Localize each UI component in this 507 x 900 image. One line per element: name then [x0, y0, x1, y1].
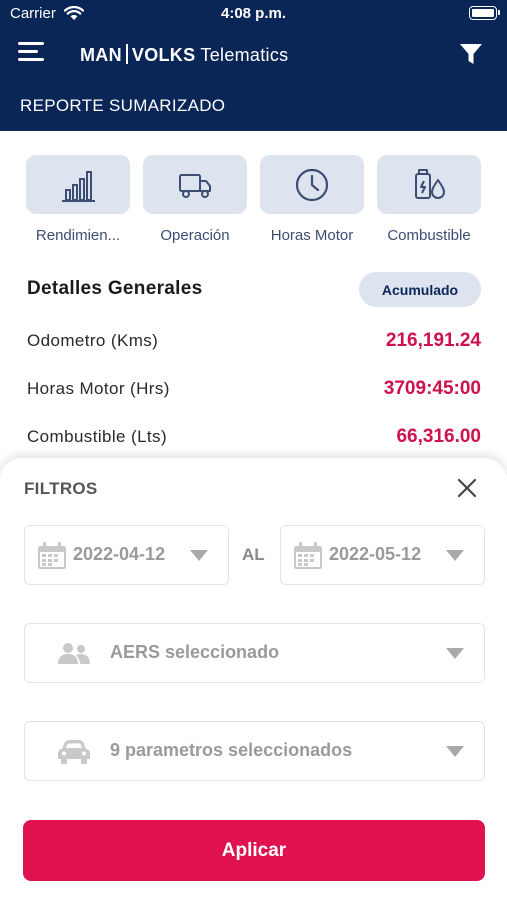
aers-value: AERS seleccionado	[110, 642, 280, 662]
bar-chart-icon	[62, 170, 95, 202]
apply-button[interactable]: Aplicar	[23, 820, 485, 881]
clock-time: 4:08 p.m.	[220, 5, 287, 22]
detail-value: 3709:45:00	[383, 378, 481, 399]
date-to-value: 2022-05-12	[329, 544, 422, 564]
users-icon	[58, 643, 90, 664]
detail-row: Odometro (Kms) 216,191.24	[27, 330, 481, 355]
date-from-select[interactable]: 2022-04-12	[24, 525, 229, 585]
page-title: REPORTE SUMARIZADO	[20, 96, 226, 115]
category-operacion[interactable]: Operación	[143, 155, 249, 244]
category-label: Combustible	[387, 227, 471, 244]
clock-icon	[295, 168, 329, 201]
date-range-separator: AL	[242, 545, 265, 564]
section-title: Detalles Generales	[27, 278, 203, 299]
sheet-title: FILTROS	[24, 479, 98, 498]
truck-icon	[179, 173, 211, 198]
category-rendimiento[interactable]: Rendimien...	[26, 155, 132, 244]
category-tabs: Rendimien... Operación Horas Motor Combu…	[26, 155, 482, 255]
chevron-down-icon	[190, 550, 208, 561]
fuel-icon	[415, 168, 445, 199]
car-icon	[58, 740, 90, 764]
filter-icon[interactable]	[457, 40, 485, 68]
category-combustible-button[interactable]	[377, 155, 481, 214]
category-label: Rendimien...	[35, 227, 121, 244]
calendar-icon	[38, 542, 66, 569]
category-label: Horas Motor	[270, 227, 354, 244]
detail-row: Horas Motor (Hrs) 3709:45:00	[27, 378, 481, 403]
category-rendimiento-button[interactable]	[26, 155, 130, 214]
category-horas-motor[interactable]: Horas Motor	[260, 155, 366, 244]
category-combustible[interactable]: Combustible	[377, 155, 483, 244]
detail-label: Combustible (Lts)	[27, 427, 168, 446]
chevron-down-icon	[446, 550, 464, 561]
app-header: Carrier 4:08 p.m. MAN VOLKS Telematics RE…	[0, 0, 507, 131]
category-operacion-button[interactable]	[143, 155, 247, 214]
status-bar: Carrier 4:08 p.m.	[0, 0, 507, 28]
detail-label: Odometro (Kms)	[27, 331, 159, 350]
date-from-value: 2022-04-12	[73, 544, 166, 564]
date-to-select[interactable]: 2022-05-12	[280, 525, 485, 585]
filters-sheet: FILTROS 2022-04-12 AL 2022-05-12 AERS se…	[0, 458, 507, 900]
category-horas-motor-button[interactable]	[260, 155, 364, 214]
brand-telematics: Telematics	[200, 45, 289, 65]
calendar-icon	[294, 542, 322, 569]
detail-label: Horas Motor (Hrs)	[27, 379, 170, 398]
aers-select[interactable]: AERS seleccionado	[24, 623, 485, 683]
brand-volks: VOLKS	[131, 45, 196, 65]
brand-separator	[125, 44, 128, 64]
detail-row: Combustible (Lts) 66,316.00	[27, 426, 481, 451]
close-icon[interactable]	[457, 478, 477, 498]
chevron-down-icon	[446, 648, 464, 659]
parameters-select[interactable]: 9 parametros seleccionados	[24, 721, 485, 781]
detail-value: 216,191.24	[385, 330, 481, 351]
brand-man: MAN	[80, 45, 122, 65]
acumulado-toggle[interactable]: Acumulado	[359, 272, 481, 307]
battery-icon	[469, 6, 500, 20]
parameters-value: 9 parametros seleccionados	[110, 740, 353, 760]
category-label: Operación	[160, 227, 230, 244]
brand-logo: MAN VOLKS Telematics	[80, 44, 288, 66]
hamburger-menu-icon[interactable]	[18, 40, 44, 64]
chevron-down-icon	[446, 746, 464, 757]
detail-value: 66,316.00	[396, 426, 481, 447]
